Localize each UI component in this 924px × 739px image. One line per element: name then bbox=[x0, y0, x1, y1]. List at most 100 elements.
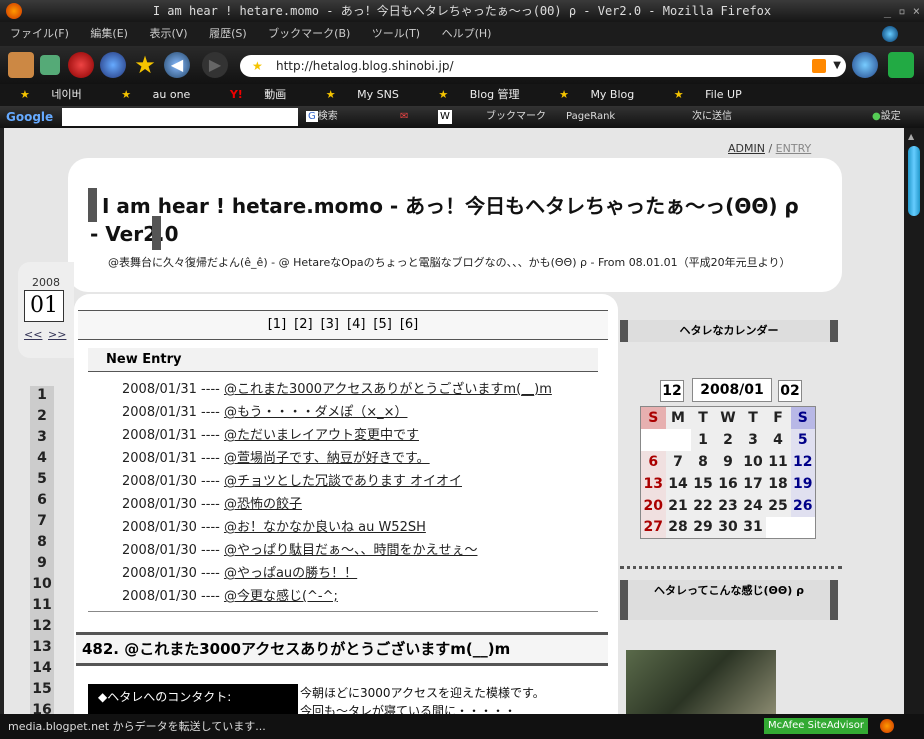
entry-number[interactable]: 10 bbox=[30, 576, 54, 597]
mail-icon[interactable]: ✉ bbox=[400, 106, 408, 128]
calendar-day[interactable]: 10 bbox=[740, 450, 766, 473]
date-next-link[interactable]: >> bbox=[48, 328, 66, 341]
entry-number[interactable]: 11 bbox=[30, 597, 54, 618]
bookmark-my-blog[interactable]: ★ My Blog bbox=[549, 88, 642, 101]
google-bookmarks[interactable]: ブックマーク bbox=[486, 106, 546, 128]
entry-number[interactable]: 1 bbox=[30, 387, 54, 408]
calendar-next-month[interactable]: 02 bbox=[778, 380, 802, 402]
bookmark-star-icon[interactable]: ★ bbox=[132, 52, 158, 78]
entry-title-link[interactable]: @チョツとした冗談であります オイオイ bbox=[224, 474, 462, 489]
menu-help[interactable]: ヘルプ(H) bbox=[442, 27, 492, 40]
date-prev-link[interactable]: << bbox=[24, 328, 42, 341]
calendar-day[interactable]: 4 bbox=[765, 428, 791, 451]
entry-title-link[interactable]: @今更な感じ(^-^; bbox=[224, 589, 338, 604]
calendar-day[interactable]: 17 bbox=[740, 472, 766, 495]
calendar-day[interactable]: 25 bbox=[765, 494, 791, 517]
entry-number[interactable]: 7 bbox=[30, 513, 54, 534]
entry-number[interactable]: 2 bbox=[30, 408, 54, 429]
entry-number[interactable]: 13 bbox=[30, 639, 54, 660]
settings-button[interactable]: ●設定 bbox=[872, 106, 901, 128]
entry-title-link[interactable]: @ただいまレイアウト変更中です bbox=[224, 428, 419, 443]
entry-number[interactable]: 6 bbox=[30, 492, 54, 513]
entry-title-link[interactable]: @お！なかなか良いね au W52SH bbox=[224, 520, 426, 535]
window-controls[interactable]: _ ▫ × bbox=[884, 0, 920, 22]
calendar-day[interactable]: 30 bbox=[715, 516, 741, 539]
calendar-day[interactable]: 11 bbox=[765, 450, 791, 473]
reload-icon[interactable] bbox=[100, 52, 126, 78]
calendar-day[interactable]: 29 bbox=[690, 516, 716, 539]
calendar-day[interactable]: 24 bbox=[740, 494, 766, 517]
calendar-prev-month[interactable]: 12 bbox=[660, 380, 684, 402]
menu-file[interactable]: ファイル(F) bbox=[10, 27, 69, 40]
calendar-day[interactable]: 22 bbox=[690, 494, 716, 517]
entry-title-link[interactable]: @萱場尚子です、納豆が好きです。 bbox=[224, 451, 430, 466]
calendar-day[interactable]: 12 bbox=[790, 450, 816, 473]
post-title[interactable]: 482. @これまた3000アクセスありがとうございますm(__)m bbox=[76, 632, 608, 666]
calendar-day[interactable]: 19 bbox=[790, 472, 816, 495]
calendar-day[interactable]: 18 bbox=[765, 472, 791, 495]
entry-number[interactable]: 3 bbox=[30, 429, 54, 450]
google-search-button[interactable]: G 検索 bbox=[306, 106, 338, 128]
page-link[interactable]: [1] bbox=[268, 317, 286, 332]
bookmark-my-sns[interactable]: ★ My SNS bbox=[316, 88, 407, 101]
send-to-button[interactable]: 次に送信 bbox=[692, 106, 732, 128]
bookmark-file-up[interactable]: ★ File UP bbox=[664, 88, 750, 101]
entry-number[interactable]: 8 bbox=[30, 534, 54, 555]
wikipedia-icon[interactable]: W bbox=[438, 110, 452, 124]
calendar-day[interactable]: 6 bbox=[640, 450, 666, 473]
back-icon[interactable]: ◀ bbox=[164, 52, 190, 78]
siteadvisor-badge[interactable]: McAfee SiteAdvisor bbox=[764, 718, 868, 734]
menu-tools[interactable]: ツール(T) bbox=[372, 27, 420, 40]
entry-number[interactable]: 4 bbox=[30, 450, 54, 471]
bookmark-blog-kanri[interactable]: ★ Blog 管理 bbox=[428, 88, 527, 101]
calendar-day[interactable]: 3 bbox=[740, 428, 766, 451]
calendar-day[interactable]: 21 bbox=[665, 494, 691, 517]
home-icon[interactable] bbox=[8, 52, 34, 78]
calendar-day[interactable]: 15 bbox=[690, 472, 716, 495]
entry-number[interactable]: 16 bbox=[30, 702, 54, 714]
calendar-day[interactable]: 20 bbox=[640, 494, 666, 517]
entry-number[interactable]: 15 bbox=[30, 681, 54, 702]
stop-icon[interactable] bbox=[68, 52, 94, 78]
menu-edit[interactable]: 編集(E) bbox=[90, 27, 128, 40]
calendar-day[interactable]: 23 bbox=[715, 494, 741, 517]
menu-history[interactable]: 履歴(S) bbox=[209, 27, 247, 40]
entry-number[interactable]: 5 bbox=[30, 471, 54, 492]
page-link[interactable]: [2] bbox=[294, 317, 312, 332]
google-search-input[interactable] bbox=[62, 108, 298, 126]
bookmark-douga[interactable]: Y! 動画 bbox=[220, 88, 294, 101]
entry-title-link[interactable]: @やっぱauの勝ち！！ bbox=[224, 566, 357, 581]
rss-icon[interactable] bbox=[812, 59, 826, 73]
addon-icon[interactable] bbox=[888, 52, 914, 78]
page-link[interactable]: [6] bbox=[400, 317, 418, 332]
page-link[interactable]: [3] bbox=[321, 317, 339, 332]
go-icon[interactable] bbox=[852, 52, 878, 78]
calendar-day[interactable]: 16 bbox=[715, 472, 741, 495]
page-link[interactable]: [4] bbox=[347, 317, 365, 332]
scroll-up-arrow[interactable]: ▲ bbox=[908, 132, 914, 141]
vertical-scrollbar[interactable]: ▲ bbox=[904, 128, 924, 714]
entry-number[interactable]: 12 bbox=[30, 618, 54, 639]
calendar-day[interactable]: 8 bbox=[690, 450, 716, 473]
calendar-day[interactable]: 2 bbox=[715, 428, 741, 451]
calendar-day[interactable]: 9 bbox=[715, 450, 741, 473]
entry-number[interactable]: 14 bbox=[30, 660, 54, 681]
calendar-day[interactable]: 1 bbox=[690, 428, 716, 451]
page-link[interactable]: [5] bbox=[373, 317, 391, 332]
calendar-day[interactable]: 14 bbox=[665, 472, 691, 495]
entry-title-link[interactable]: @恐怖の餃子 bbox=[224, 497, 302, 512]
menu-bookmarks[interactable]: ブックマーク(B) bbox=[268, 27, 350, 40]
entry-number[interactable]: 9 bbox=[30, 555, 54, 576]
url-bar[interactable]: ★ http://hetalog.blog.shinobi.jp/ ▼ bbox=[240, 55, 846, 77]
calendar-day[interactable]: 26 bbox=[790, 494, 816, 517]
entry-title-link[interactable]: @やっぱり駄目だぁ～、、時間をかえせぇ～ bbox=[224, 543, 478, 558]
entry-title-link[interactable]: @これまた3000アクセスありがとうございますm(__)m bbox=[224, 382, 552, 397]
scrollbar-thumb[interactable] bbox=[908, 146, 920, 216]
calendar-day[interactable]: 31 bbox=[740, 516, 766, 539]
forward-icon[interactable]: ▶ bbox=[202, 52, 228, 78]
dropdown-arrow-icon[interactable]: ▼ bbox=[833, 55, 841, 77]
bookmark-au-one[interactable]: ★ au one bbox=[111, 88, 198, 101]
calendar-day[interactable]: 28 bbox=[665, 516, 691, 539]
restore-icon[interactable] bbox=[40, 55, 60, 75]
calendar-day[interactable]: 5 bbox=[790, 428, 816, 451]
